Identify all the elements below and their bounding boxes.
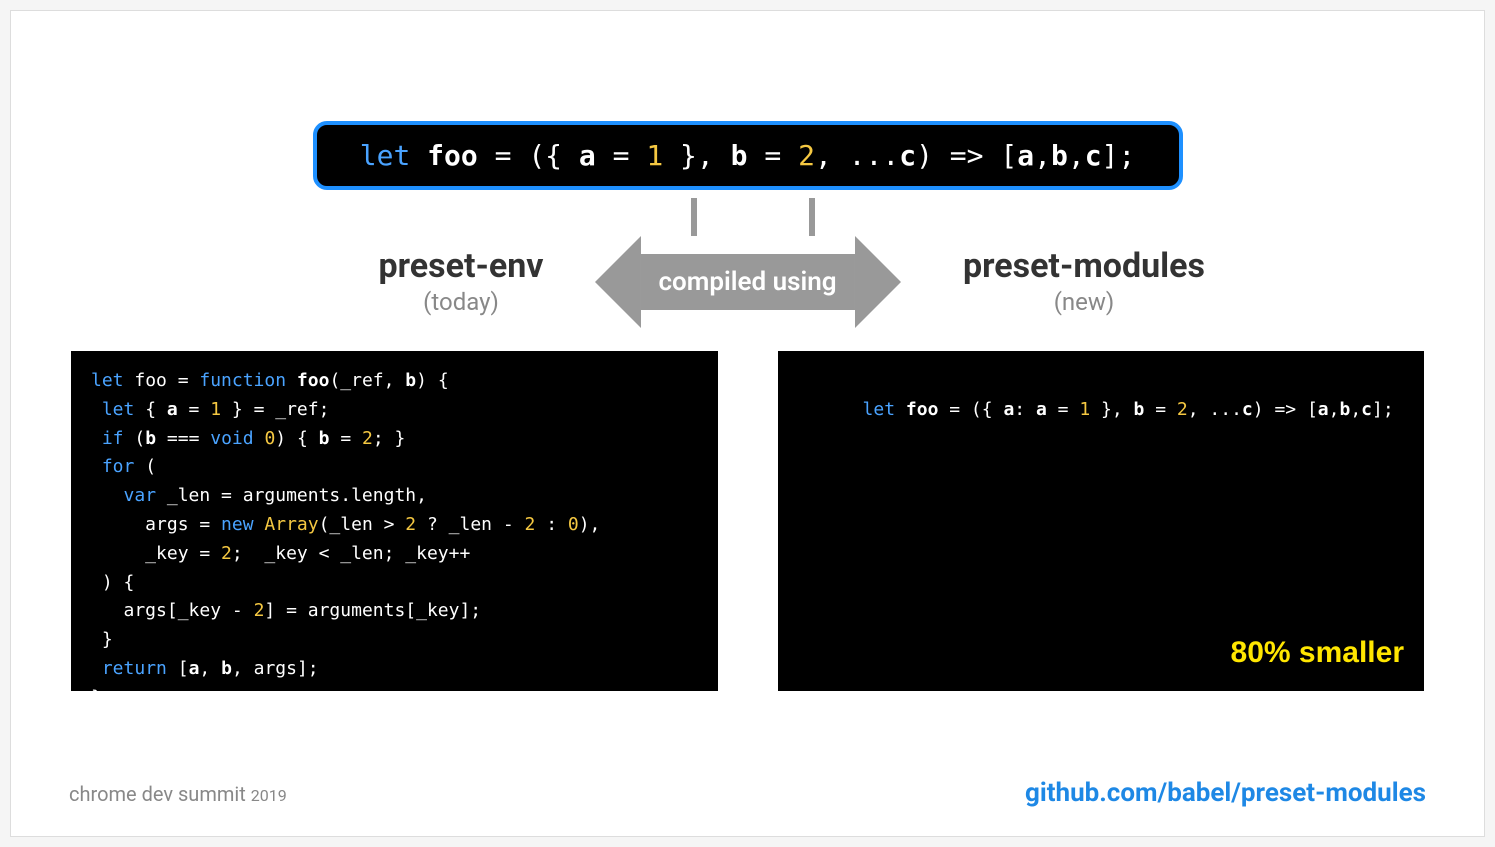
repo-link[interactable]: github.com/babel/preset-modules — [1025, 778, 1426, 808]
labels-row: preset-env (today) preset-modules (new) — [11, 246, 1484, 316]
event-name: chrome dev summit 2019 — [69, 782, 287, 806]
preset-modules-output: let foo = ({ a: a = 1 }, b = 2, ...c) =>… — [778, 351, 1425, 691]
preset-modules-code: let foo = ({ a: a = 1 }, b = 2, ...c) =>… — [863, 399, 1394, 420]
footer: chrome dev summit 2019 github.com/babel/… — [69, 778, 1426, 808]
preset-env-output: let foo = function foo(_ref, b) { let { … — [71, 351, 718, 691]
preset-env-title: preset-env — [201, 246, 721, 286]
preset-modules-label: preset-modules (new) — [824, 246, 1344, 316]
preset-env-sub: (today) — [201, 288, 721, 316]
panels-row: let foo = function foo(_ref, b) { let { … — [71, 351, 1424, 691]
size-badge: 80% smaller — [1231, 629, 1404, 677]
connector-line-left — [691, 198, 697, 236]
preset-modules-sub: (new) — [824, 288, 1344, 316]
source-code-block: let foo = ({ a = 1 }, b = 2, ...c) => [a… — [313, 121, 1183, 190]
connector-line-right — [809, 198, 815, 236]
preset-env-label: preset-env (today) — [201, 246, 721, 316]
event-year: 2019 — [251, 786, 287, 805]
event-title: chrome dev summit — [69, 782, 246, 806]
preset-modules-title: preset-modules — [824, 246, 1344, 286]
slide: let foo = ({ a = 1 }, b = 2, ...c) => [a… — [10, 10, 1485, 837]
